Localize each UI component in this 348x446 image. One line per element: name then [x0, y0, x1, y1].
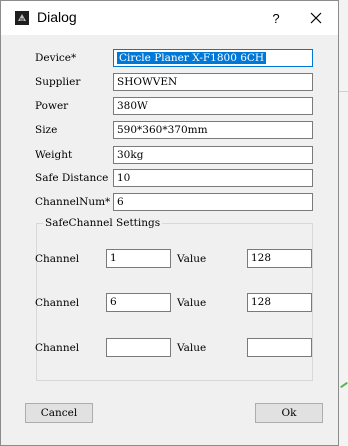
value-field-1[interactable]: 128 — [247, 249, 312, 268]
supplier-label: Supplier — [35, 76, 81, 88]
channel-field-3[interactable] — [106, 338, 171, 357]
device-value: Circle Planer X-F1800 6CH — [117, 52, 267, 64]
value-label-1: Value — [177, 253, 207, 265]
size-label: Size — [35, 124, 58, 136]
dialog-window: Dialog ? Device* Circle Planer X-F1800 6… — [0, 0, 339, 446]
safe-distance-field[interactable]: 10 — [113, 169, 313, 187]
supplier-field[interactable]: SHOWVEN — [113, 73, 313, 91]
channel-label-2: Channel — [35, 297, 80, 309]
size-field[interactable]: 590*360*370mm — [113, 121, 313, 139]
power-field[interactable]: 380W — [113, 97, 313, 115]
weight-field[interactable]: 30kg — [113, 146, 313, 164]
channel-num-field[interactable]: 6 — [113, 193, 313, 211]
value-field-2[interactable]: 128 — [247, 293, 312, 312]
cancel-button[interactable]: Cancel — [25, 403, 93, 423]
device-field[interactable]: Circle Planer X-F1800 6CH — [113, 49, 313, 67]
title-bar[interactable]: Dialog ? — [1, 1, 338, 35]
help-button[interactable]: ? — [264, 4, 288, 32]
channel-num-label: ChannelNum* — [35, 196, 111, 208]
weight-label: Weight — [35, 149, 73, 161]
channel-field-1[interactable]: 1 — [106, 249, 171, 268]
ok-button[interactable]: Ok — [255, 403, 323, 423]
value-label-2: Value — [177, 297, 207, 309]
device-label: Device* — [35, 52, 77, 64]
background-window — [339, 0, 348, 446]
power-label: Power — [35, 100, 69, 112]
value-field-3[interactable] — [247, 338, 312, 357]
window-title: Dialog — [37, 9, 77, 25]
safe-distance-label: Safe Distance — [35, 172, 109, 184]
value-label-3: Value — [177, 342, 207, 354]
background-divider — [339, 91, 348, 92]
channel-field-2[interactable]: 6 — [106, 293, 171, 312]
channel-label-1: Channel — [35, 253, 80, 265]
safe-channel-group-title: SafeChannel Settings — [43, 215, 163, 231]
app-icon — [15, 11, 29, 25]
channel-label-3: Channel — [35, 342, 80, 354]
close-icon[interactable] — [304, 6, 328, 30]
